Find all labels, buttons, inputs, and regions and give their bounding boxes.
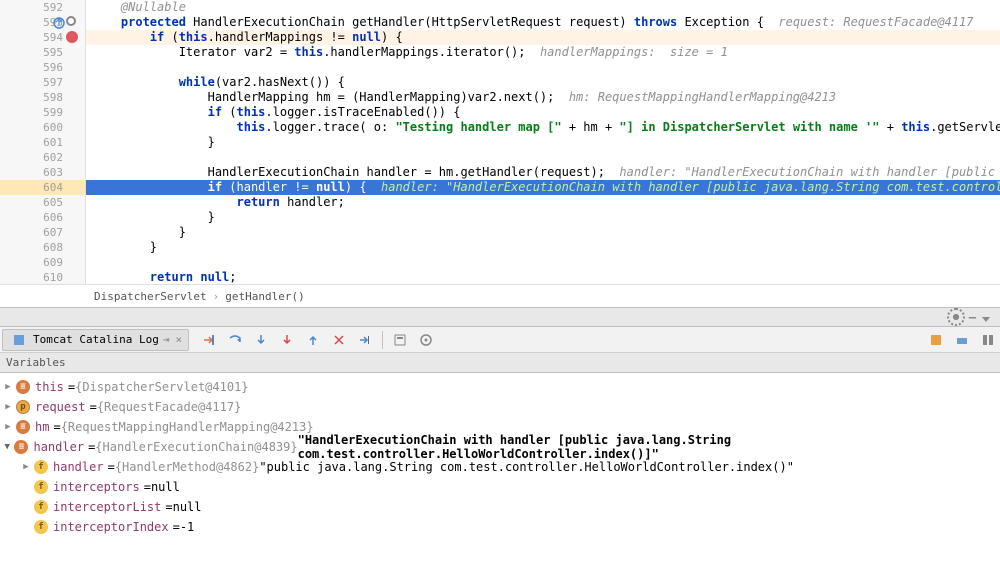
code-line: while(var2.hasNext()) { <box>86 75 1000 90</box>
line-number[interactable]: 595 <box>0 45 85 60</box>
object-icon: ≡ <box>16 380 30 394</box>
breadcrumb-separator-icon: › <box>213 290 220 303</box>
variable-row[interactable]: p request = {RequestFacade@4117} <box>2 397 998 417</box>
code-line: HandlerMapping hm = (HandlerMapping)var2… <box>86 90 1000 105</box>
code-line: Iterator var2 = this.handlerMappings.ite… <box>86 45 1000 60</box>
gear-icon[interactable] <box>949 310 963 324</box>
code-editor: 592 593 594 595 596 597 598 599 600 601 … <box>0 0 1000 284</box>
variable-row[interactable]: ≡ this = {DispatcherServlet@4101} <box>2 377 998 397</box>
code-line: if (this.handlerMappings != null) { <box>86 30 1000 45</box>
drop-frame-button[interactable] <box>327 329 351 351</box>
variable-row[interactable]: f interceptorIndex = -1 <box>2 517 998 537</box>
expand-icon[interactable] <box>2 381 14 393</box>
code-line: return handler; <box>86 195 1000 210</box>
gutter: 592 593 594 595 596 597 598 599 600 601 … <box>0 0 86 284</box>
code-line <box>86 150 1000 165</box>
variable-row[interactable]: ≡ handler = {HandlerExecutionChain@4839}… <box>2 437 998 457</box>
evaluate-expression-button[interactable] <box>388 329 412 351</box>
field-icon: f <box>34 480 48 494</box>
line-number[interactable]: 602 <box>0 150 85 165</box>
trace-button[interactable] <box>414 329 438 351</box>
code-line: HandlerExecutionChain handler = hm.getHa… <box>86 165 1000 180</box>
line-number[interactable]: 608 <box>0 240 85 255</box>
param-icon: p <box>16 400 30 414</box>
code-line: } <box>86 135 1000 150</box>
step-into-button[interactable] <box>249 329 273 351</box>
hide-icon[interactable] <box>982 317 990 322</box>
line-number[interactable]: 594 <box>0 30 85 45</box>
code-line: } <box>86 210 1000 225</box>
variable-row[interactable]: f interceptorList = null <box>2 497 998 517</box>
tool-icon[interactable] <box>950 329 974 351</box>
step-out-button[interactable] <box>301 329 325 351</box>
field-icon: f <box>34 460 48 474</box>
code-line <box>86 60 1000 75</box>
code-line: } <box>86 240 1000 255</box>
panel-toolbar: — <box>0 307 1000 327</box>
code-line: @Nullable <box>86 0 1000 15</box>
variable-row[interactable]: f interceptors = null <box>2 477 998 497</box>
code-line: this.logger.trace( o: "Testing handler m… <box>86 120 1000 135</box>
close-icon[interactable]: × <box>175 333 182 346</box>
collapse-icon[interactable] <box>2 441 12 453</box>
breakpoint-icon[interactable] <box>66 31 78 43</box>
line-number[interactable]: 606 <box>0 210 85 225</box>
expand-icon[interactable] <box>2 421 14 433</box>
show-execution-point-button[interactable] <box>197 329 221 351</box>
line-number[interactable]: 607 <box>0 225 85 240</box>
execution-line: if (handler != null) { handler: "Handler… <box>86 180 1000 195</box>
code-line <box>86 255 1000 270</box>
debug-toolbar: Tomcat Catalina Log ⇥ × <box>0 327 1000 353</box>
breadcrumb-item[interactable]: getHandler() <box>225 290 304 303</box>
force-step-into-button[interactable] <box>275 329 299 351</box>
line-number[interactable]: 609 <box>0 255 85 270</box>
separator <box>382 331 383 349</box>
breadcrumb-item[interactable]: DispatcherServlet <box>94 290 207 303</box>
line-number[interactable]: 603 <box>0 165 85 180</box>
run-to-cursor-button[interactable] <box>353 329 377 351</box>
variables-header: Variables <box>0 353 1000 373</box>
breadcrumb: DispatcherServlet › getHandler() <box>0 284 1000 307</box>
override-icon <box>52 16 66 30</box>
expand-icon[interactable] <box>2 401 14 413</box>
line-number[interactable]: 601 <box>0 135 85 150</box>
field-icon: f <box>34 520 48 534</box>
expand-icon[interactable] <box>20 461 32 473</box>
line-number[interactable]: 598 <box>0 90 85 105</box>
line-number[interactable]: 592 <box>0 0 85 15</box>
line-number[interactable]: 596 <box>0 60 85 75</box>
object-icon: ≡ <box>14 440 28 454</box>
object-icon: ≡ <box>16 420 30 434</box>
line-number[interactable]: 593 <box>0 15 85 30</box>
variables-panel: ≡ this = {DispatcherServlet@4101} p requ… <box>0 373 1000 541</box>
line-number[interactable]: 597 <box>0 75 85 90</box>
line-number[interactable]: 599 <box>0 105 85 120</box>
pin-icon[interactable]: ⇥ <box>163 333 170 346</box>
code-content[interactable]: @Nullable protected HandlerExecutionChai… <box>86 0 1000 284</box>
tool-icon[interactable] <box>976 329 1000 351</box>
line-number[interactable]: 604 <box>0 180 85 195</box>
field-icon: f <box>34 500 48 514</box>
line-number[interactable]: 610 <box>0 270 85 284</box>
code-line: } <box>86 225 1000 240</box>
line-number[interactable]: 600 <box>0 120 85 135</box>
code-line: protected HandlerExecutionChain getHandl… <box>86 15 1000 30</box>
code-line: return null; <box>86 270 1000 284</box>
code-line: if (this.logger.isTraceEnabled()) { <box>86 105 1000 120</box>
line-number[interactable]: 605 <box>0 195 85 210</box>
console-tab[interactable]: Tomcat Catalina Log ⇥ × <box>2 329 189 351</box>
tomcat-icon <box>11 332 27 348</box>
tool-icon[interactable] <box>924 329 948 351</box>
breakpoint-disabled-icon[interactable] <box>66 16 76 26</box>
step-over-button[interactable] <box>223 329 247 351</box>
minus-icon[interactable]: — <box>969 310 976 324</box>
